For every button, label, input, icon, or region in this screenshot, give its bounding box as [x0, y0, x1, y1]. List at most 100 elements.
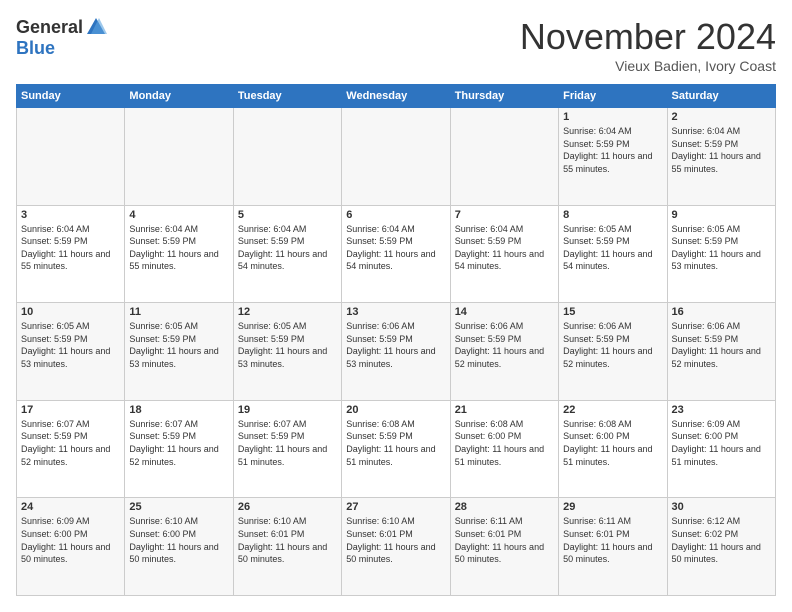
day-number: 6: [346, 209, 445, 221]
logo: General Blue: [16, 16, 107, 59]
calendar-cell: 3 Sunrise: 6:04 AM Sunset: 5:59 PM Daylig…: [17, 205, 125, 303]
calendar-cell: 17 Sunrise: 6:07 AM Sunset: 5:59 PM Dayli…: [17, 400, 125, 498]
day-number: 29: [563, 501, 662, 513]
calendar-cell: 29 Sunrise: 6:11 AM Sunset: 6:01 PM Dayli…: [559, 498, 667, 596]
calendar-cell: 24 Sunrise: 6:09 AM Sunset: 6:00 PM Dayli…: [17, 498, 125, 596]
day-number: 17: [21, 404, 120, 416]
day-number: 5: [238, 209, 337, 221]
day-info: Sunrise: 6:10 AM Sunset: 6:01 PM Dayligh…: [238, 515, 337, 565]
calendar-cell: 8 Sunrise: 6:05 AM Sunset: 5:59 PM Daylig…: [559, 205, 667, 303]
day-number: 26: [238, 501, 337, 513]
calendar-header-monday: Monday: [125, 85, 233, 108]
calendar-cell: [17, 108, 125, 206]
calendar-cell: 30 Sunrise: 6:12 AM Sunset: 6:02 PM Dayli…: [667, 498, 775, 596]
day-info: Sunrise: 6:11 AM Sunset: 6:01 PM Dayligh…: [563, 515, 662, 565]
calendar-cell: 6 Sunrise: 6:04 AM Sunset: 5:59 PM Daylig…: [342, 205, 450, 303]
day-number: 2: [672, 111, 771, 123]
day-info: Sunrise: 6:06 AM Sunset: 5:59 PM Dayligh…: [346, 320, 445, 370]
day-number: 10: [21, 306, 120, 318]
day-number: 22: [563, 404, 662, 416]
calendar-cell: [342, 108, 450, 206]
day-info: Sunrise: 6:09 AM Sunset: 6:00 PM Dayligh…: [21, 515, 120, 565]
day-number: 3: [21, 209, 120, 221]
day-number: 18: [129, 404, 228, 416]
calendar-week-1: 1 Sunrise: 6:04 AM Sunset: 5:59 PM Daylig…: [17, 108, 776, 206]
day-number: 4: [129, 209, 228, 221]
calendar-cell: 21 Sunrise: 6:08 AM Sunset: 6:00 PM Dayli…: [450, 400, 558, 498]
calendar-cell: 28Sunrise: 6:11 AM Sunset: 6:01 PM Dayli…: [450, 498, 558, 596]
calendar-cell: 11Sunrise: 6:05 AM Sunset: 5:59 PM Dayli…: [125, 303, 233, 401]
calendar-cell: 1Sunrise: 6:04 AM Sunset: 5:59 PM Daylig…: [559, 108, 667, 206]
calendar-cell: 20 Sunrise: 6:08 AM Sunset: 5:59 PM Dayli…: [342, 400, 450, 498]
calendar-cell: 26 Sunrise: 6:10 AM Sunset: 6:01 PM Dayli…: [233, 498, 341, 596]
calendar-cell: 16 Sunrise: 6:06 AM Sunset: 5:59 PM Dayli…: [667, 303, 775, 401]
calendar-cell: 12Sunrise: 6:05 AM Sunset: 5:59 PM Dayli…: [233, 303, 341, 401]
day-info: Sunrise: 6:12 AM Sunset: 6:02 PM Dayligh…: [672, 515, 771, 565]
calendar-cell: 13Sunrise: 6:06 AM Sunset: 5:59 PM Dayli…: [342, 303, 450, 401]
day-info: Sunrise: 6:05 AM Sunset: 5:59 PM Dayligh…: [21, 320, 120, 370]
calendar-cell: 10 Sunrise: 6:05 AM Sunset: 5:59 PM Dayli…: [17, 303, 125, 401]
day-info: Sunrise: 6:04 AM Sunset: 5:59 PM Dayligh…: [455, 223, 554, 273]
day-number: 8: [563, 209, 662, 221]
calendar-header-sunday: Sunday: [17, 85, 125, 108]
day-info: Sunrise: 6:08 AM Sunset: 5:59 PM Dayligh…: [346, 418, 445, 468]
calendar-cell: 5Sunrise: 6:04 AM Sunset: 5:59 PM Daylig…: [233, 205, 341, 303]
calendar-header-tuesday: Tuesday: [233, 85, 341, 108]
day-number: 24: [21, 501, 120, 513]
day-info: Sunrise: 6:04 AM Sunset: 5:59 PM Dayligh…: [672, 125, 771, 175]
day-info: Sunrise: 6:05 AM Sunset: 5:59 PM Dayligh…: [563, 223, 662, 273]
calendar-cell: 2 Sunrise: 6:04 AM Sunset: 5:59 PM Daylig…: [667, 108, 775, 206]
day-info: Sunrise: 6:04 AM Sunset: 5:59 PM Dayligh…: [21, 223, 120, 273]
day-info: Sunrise: 6:10 AM Sunset: 6:00 PM Dayligh…: [129, 515, 228, 565]
calendar-header-friday: Friday: [559, 85, 667, 108]
calendar-cell: 9Sunrise: 6:05 AM Sunset: 5:59 PM Daylig…: [667, 205, 775, 303]
day-number: 14: [455, 306, 554, 318]
title-block: November 2024 Vieux Badien, Ivory Coast: [520, 16, 776, 74]
day-number: 19: [238, 404, 337, 416]
day-info: Sunrise: 6:06 AM Sunset: 5:59 PM Dayligh…: [563, 320, 662, 370]
calendar-week-4: 17 Sunrise: 6:07 AM Sunset: 5:59 PM Dayli…: [17, 400, 776, 498]
day-info: Sunrise: 6:05 AM Sunset: 5:59 PM Dayligh…: [672, 223, 771, 273]
calendar-cell: 4Sunrise: 6:04 AM Sunset: 5:59 PM Daylig…: [125, 205, 233, 303]
calendar-cell: 23Sunrise: 6:09 AM Sunset: 6:00 PM Dayli…: [667, 400, 775, 498]
location: Vieux Badien, Ivory Coast: [520, 58, 776, 74]
calendar-header-saturday: Saturday: [667, 85, 775, 108]
day-number: 20: [346, 404, 445, 416]
page: General Blue November 2024 Vieux Badien,…: [0, 0, 792, 612]
calendar-header-wednesday: Wednesday: [342, 85, 450, 108]
month-title: November 2024: [520, 16, 776, 58]
day-number: 1: [563, 111, 662, 123]
day-number: 7: [455, 209, 554, 221]
calendar-cell: 19Sunrise: 6:07 AM Sunset: 5:59 PM Dayli…: [233, 400, 341, 498]
calendar-week-5: 24 Sunrise: 6:09 AM Sunset: 6:00 PM Dayli…: [17, 498, 776, 596]
day-info: Sunrise: 6:06 AM Sunset: 5:59 PM Dayligh…: [672, 320, 771, 370]
day-info: Sunrise: 6:08 AM Sunset: 6:00 PM Dayligh…: [563, 418, 662, 468]
calendar-cell: 14Sunrise: 6:06 AM Sunset: 5:59 PM Dayli…: [450, 303, 558, 401]
day-info: Sunrise: 6:07 AM Sunset: 5:59 PM Dayligh…: [21, 418, 120, 468]
calendar-week-3: 10 Sunrise: 6:05 AM Sunset: 5:59 PM Dayli…: [17, 303, 776, 401]
day-info: Sunrise: 6:10 AM Sunset: 6:01 PM Dayligh…: [346, 515, 445, 565]
calendar-cell: 22 Sunrise: 6:08 AM Sunset: 6:00 PM Dayli…: [559, 400, 667, 498]
logo-general-text: General: [16, 17, 83, 38]
day-number: 15: [563, 306, 662, 318]
calendar-cell: 15 Sunrise: 6:06 AM Sunset: 5:59 PM Dayli…: [559, 303, 667, 401]
logo-icon: [85, 16, 107, 38]
calendar-cell: 18 Sunrise: 6:07 AM Sunset: 5:59 PM Dayli…: [125, 400, 233, 498]
day-info: Sunrise: 6:07 AM Sunset: 5:59 PM Dayligh…: [129, 418, 228, 468]
calendar-cell: [233, 108, 341, 206]
day-number: 30: [672, 501, 771, 513]
calendar-cell: 7 Sunrise: 6:04 AM Sunset: 5:59 PM Daylig…: [450, 205, 558, 303]
day-number: 23: [672, 404, 771, 416]
header: General Blue November 2024 Vieux Badien,…: [16, 16, 776, 74]
calendar-cell: [125, 108, 233, 206]
calendar-cell: [450, 108, 558, 206]
day-number: 21: [455, 404, 554, 416]
calendar-header-row: SundayMondayTuesdayWednesdayThursdayFrid…: [17, 85, 776, 108]
day-number: 16: [672, 306, 771, 318]
calendar-header-thursday: Thursday: [450, 85, 558, 108]
day-info: Sunrise: 6:08 AM Sunset: 6:00 PM Dayligh…: [455, 418, 554, 468]
day-info: Sunrise: 6:04 AM Sunset: 5:59 PM Dayligh…: [346, 223, 445, 273]
day-info: Sunrise: 6:11 AM Sunset: 6:01 PM Dayligh…: [455, 515, 554, 565]
day-number: 27: [346, 501, 445, 513]
day-info: Sunrise: 6:05 AM Sunset: 5:59 PM Dayligh…: [238, 320, 337, 370]
